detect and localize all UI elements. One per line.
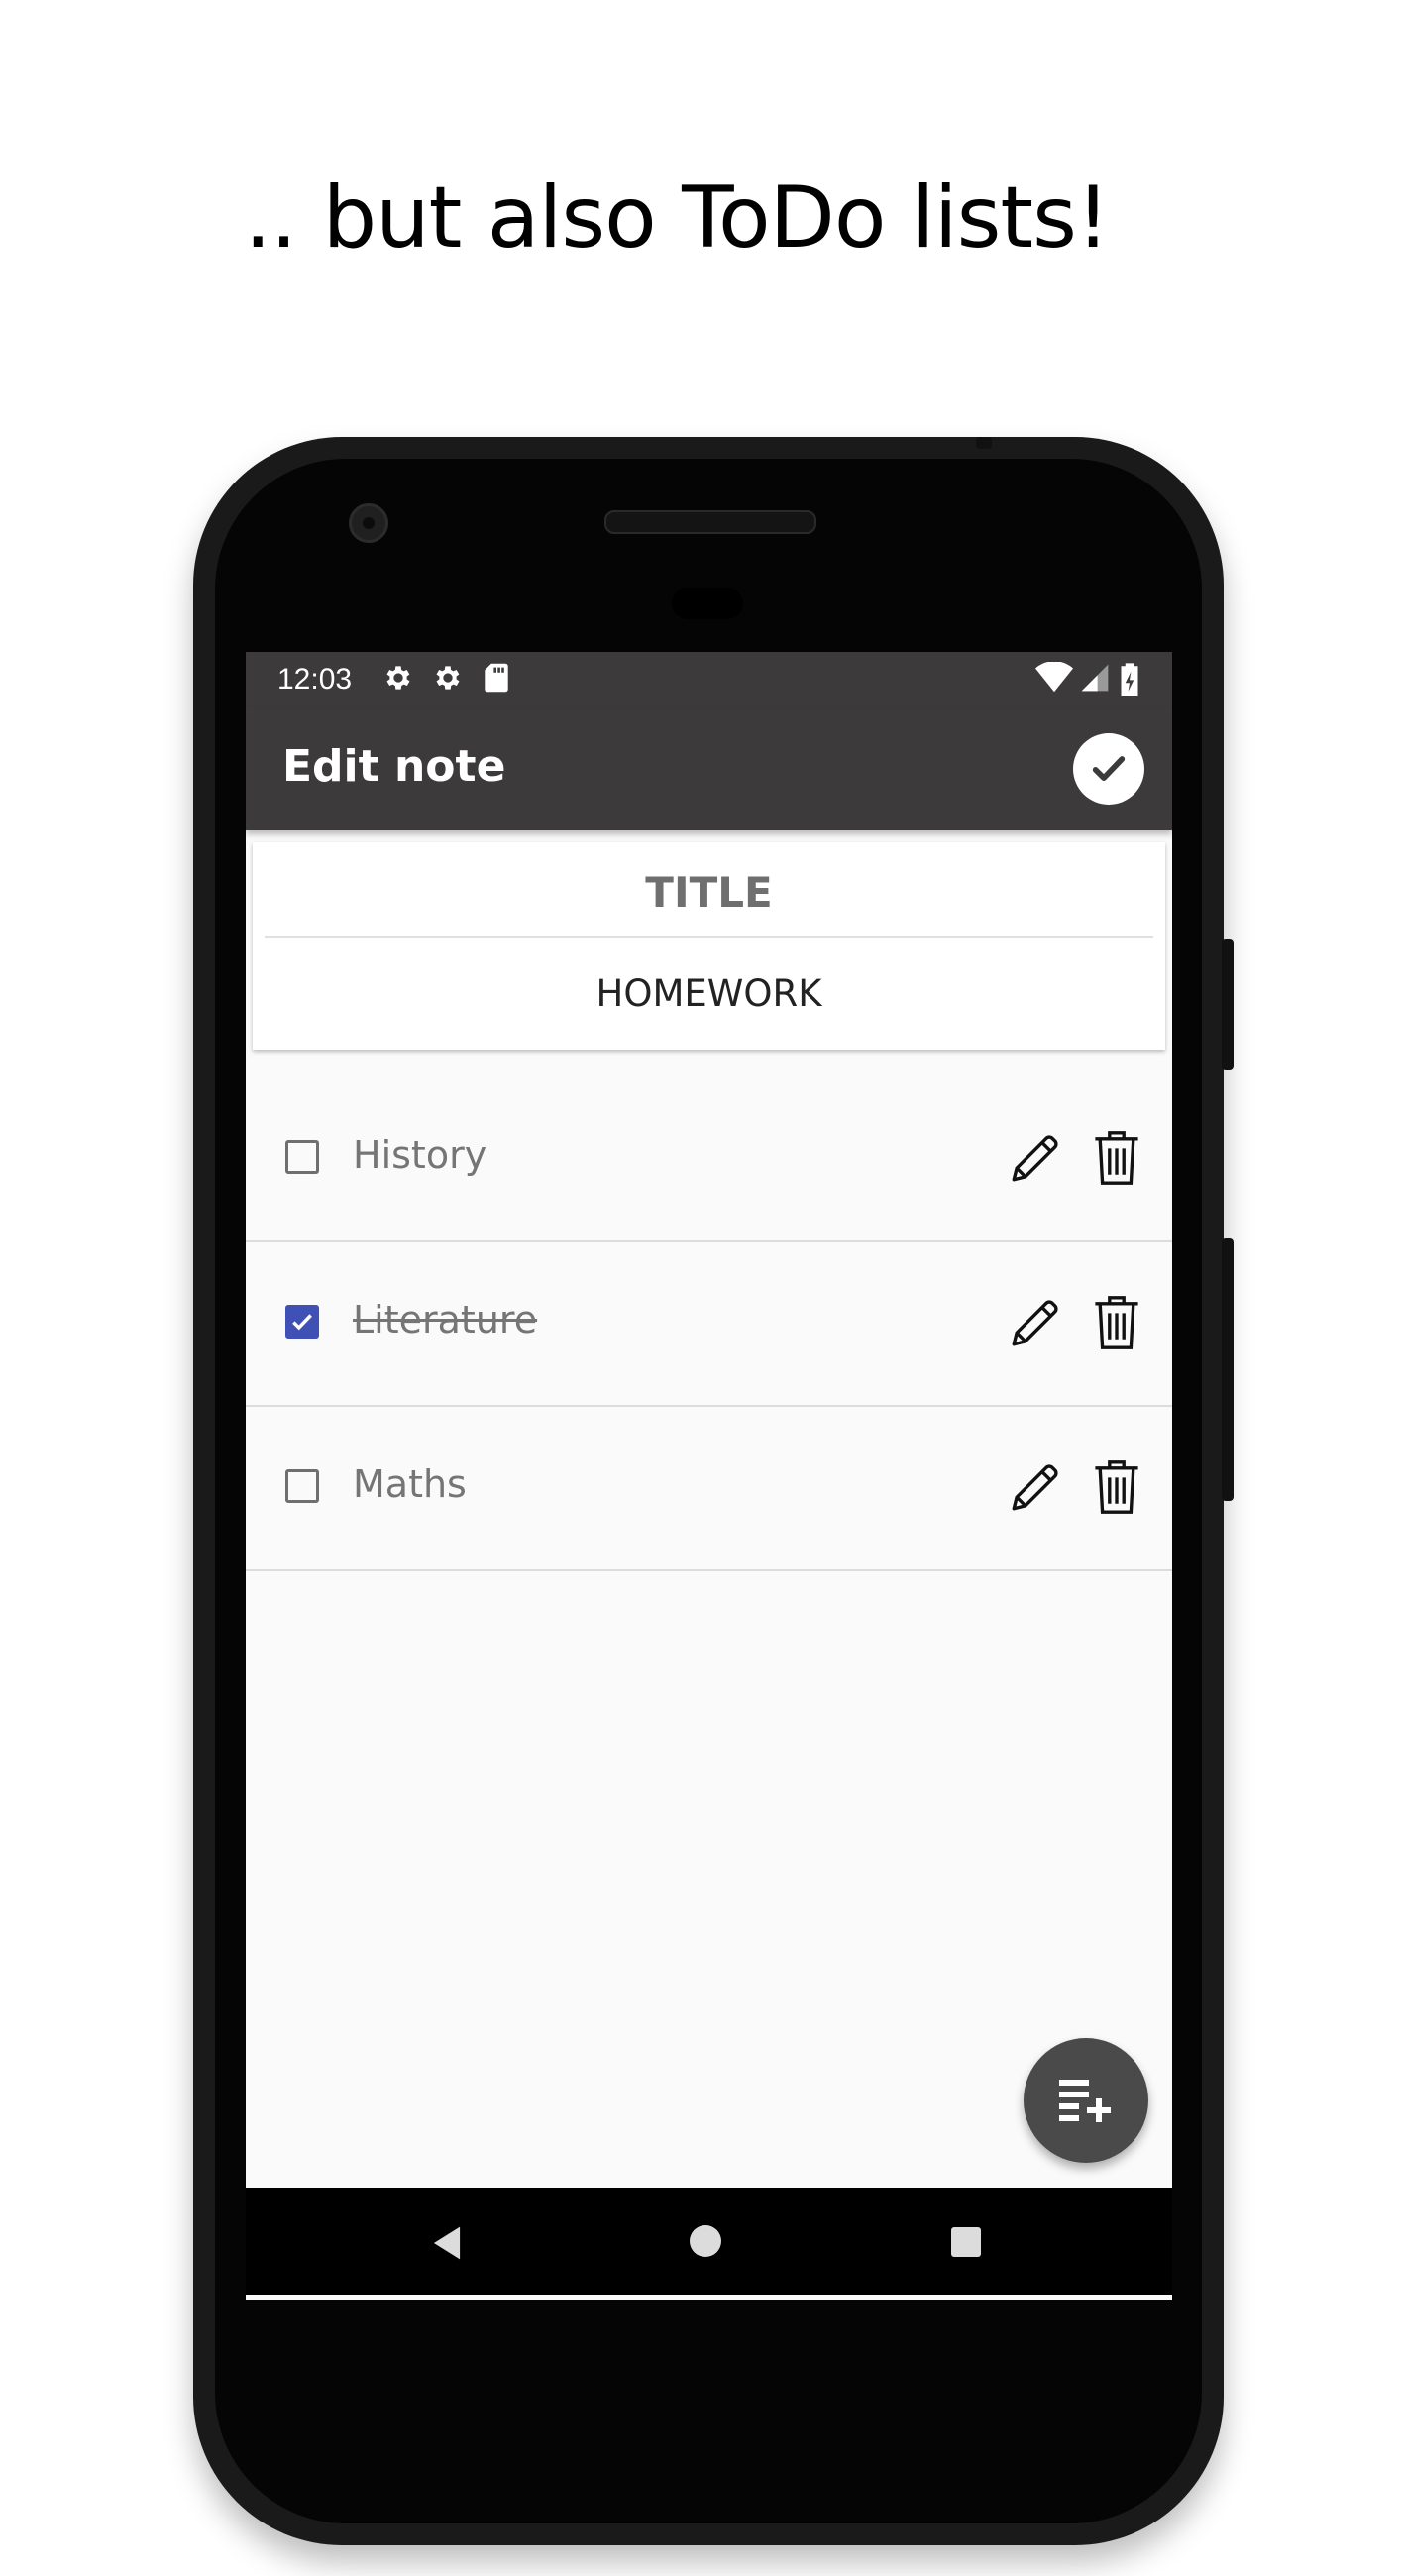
phone-volume-button bbox=[1222, 939, 1234, 1070]
todo-item: Literature bbox=[246, 1240, 1172, 1407]
navigation-bar bbox=[246, 2188, 1172, 2295]
edit-pencil-icon[interactable] bbox=[1007, 1457, 1064, 1517]
delete-trash-icon[interactable] bbox=[1093, 1128, 1140, 1188]
todo-item-label: History bbox=[353, 1133, 487, 1177]
todo-checkbox[interactable] bbox=[285, 1469, 319, 1503]
recents-icon[interactable] bbox=[951, 2227, 981, 2257]
title-input[interactable]: HOMEWORK bbox=[253, 972, 1165, 1015]
edit-pencil-icon[interactable] bbox=[1007, 1128, 1064, 1188]
todo-item-label: Literature bbox=[353, 1298, 538, 1342]
add-item-fab[interactable] bbox=[1024, 2038, 1148, 2163]
save-button[interactable] bbox=[1073, 733, 1144, 805]
todo-item: Maths bbox=[246, 1405, 1172, 1571]
settings-icon bbox=[382, 662, 414, 698]
todo-checkbox[interactable] bbox=[285, 1140, 319, 1174]
check-icon bbox=[292, 1314, 312, 1331]
add-list-item-icon bbox=[1059, 2080, 1111, 2122]
status-time: 12:03 bbox=[277, 663, 353, 696]
delete-trash-icon[interactable] bbox=[1093, 1293, 1140, 1352]
proximity-sensor bbox=[672, 588, 743, 619]
home-icon[interactable] bbox=[690, 2225, 721, 2257]
status-bar: 12:03 bbox=[246, 652, 1172, 707]
delete-trash-icon[interactable] bbox=[1093, 1457, 1140, 1517]
earpiece-speaker bbox=[604, 510, 816, 534]
title-label: TITLE bbox=[645, 868, 773, 916]
phone-top-button bbox=[976, 437, 992, 449]
battery-charging-icon bbox=[1120, 662, 1139, 700]
todo-checkbox[interactable] bbox=[285, 1305, 319, 1339]
wifi-icon bbox=[1035, 661, 1073, 698]
title-divider bbox=[265, 936, 1153, 938]
app-bar-title: Edit note bbox=[282, 741, 506, 792]
edit-pencil-icon[interactable] bbox=[1007, 1293, 1064, 1352]
sd-card-icon bbox=[484, 662, 509, 698]
phone-screen: 12:03 Edit note TITLE HOMEWORK History L… bbox=[246, 652, 1172, 2300]
phone-power-button bbox=[1222, 1238, 1234, 1501]
todo-item: History bbox=[246, 1076, 1172, 1242]
front-camera bbox=[349, 503, 388, 543]
app-bar: Edit note bbox=[246, 707, 1172, 830]
todo-item-label: Maths bbox=[353, 1462, 467, 1506]
signal-icon bbox=[1079, 662, 1111, 698]
settings-icon bbox=[432, 662, 464, 698]
headline: .. but also ToDo lists! bbox=[244, 168, 1111, 268]
check-icon bbox=[1092, 756, 1126, 781]
back-icon[interactable] bbox=[430, 2225, 464, 2261]
note-title-card: TITLE HOMEWORK bbox=[253, 842, 1165, 1050]
